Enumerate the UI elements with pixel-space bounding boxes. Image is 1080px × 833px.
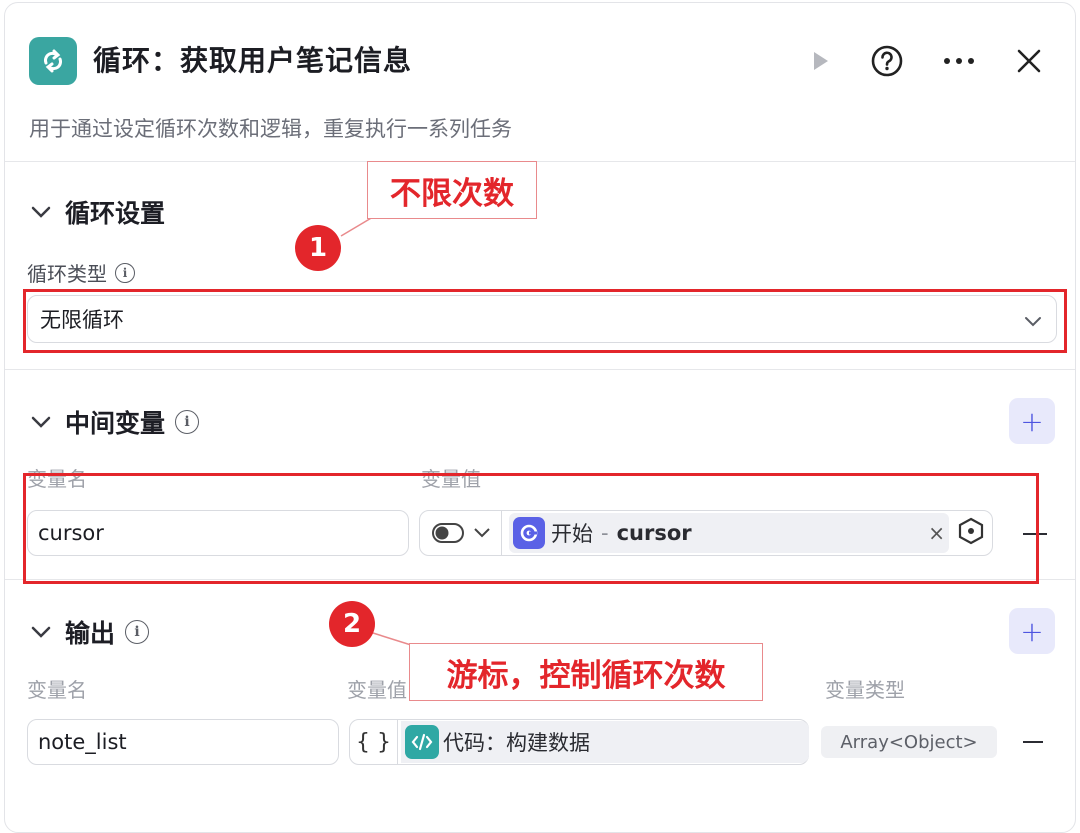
annotation-marker-2: 2 xyxy=(329,601,375,647)
annotation-lines xyxy=(340,216,412,646)
loop-config-panel: 循环：获取用户笔记信息 用于通过设定循环次数和逻辑，重复执行一系列任务 循环设置… xyxy=(4,2,1076,833)
annotation-marker-1: 1 xyxy=(295,225,341,271)
annotation-label-1: 不限次数 xyxy=(367,161,537,219)
annotation-label-2: 游标，控制循环次数 xyxy=(409,643,763,701)
